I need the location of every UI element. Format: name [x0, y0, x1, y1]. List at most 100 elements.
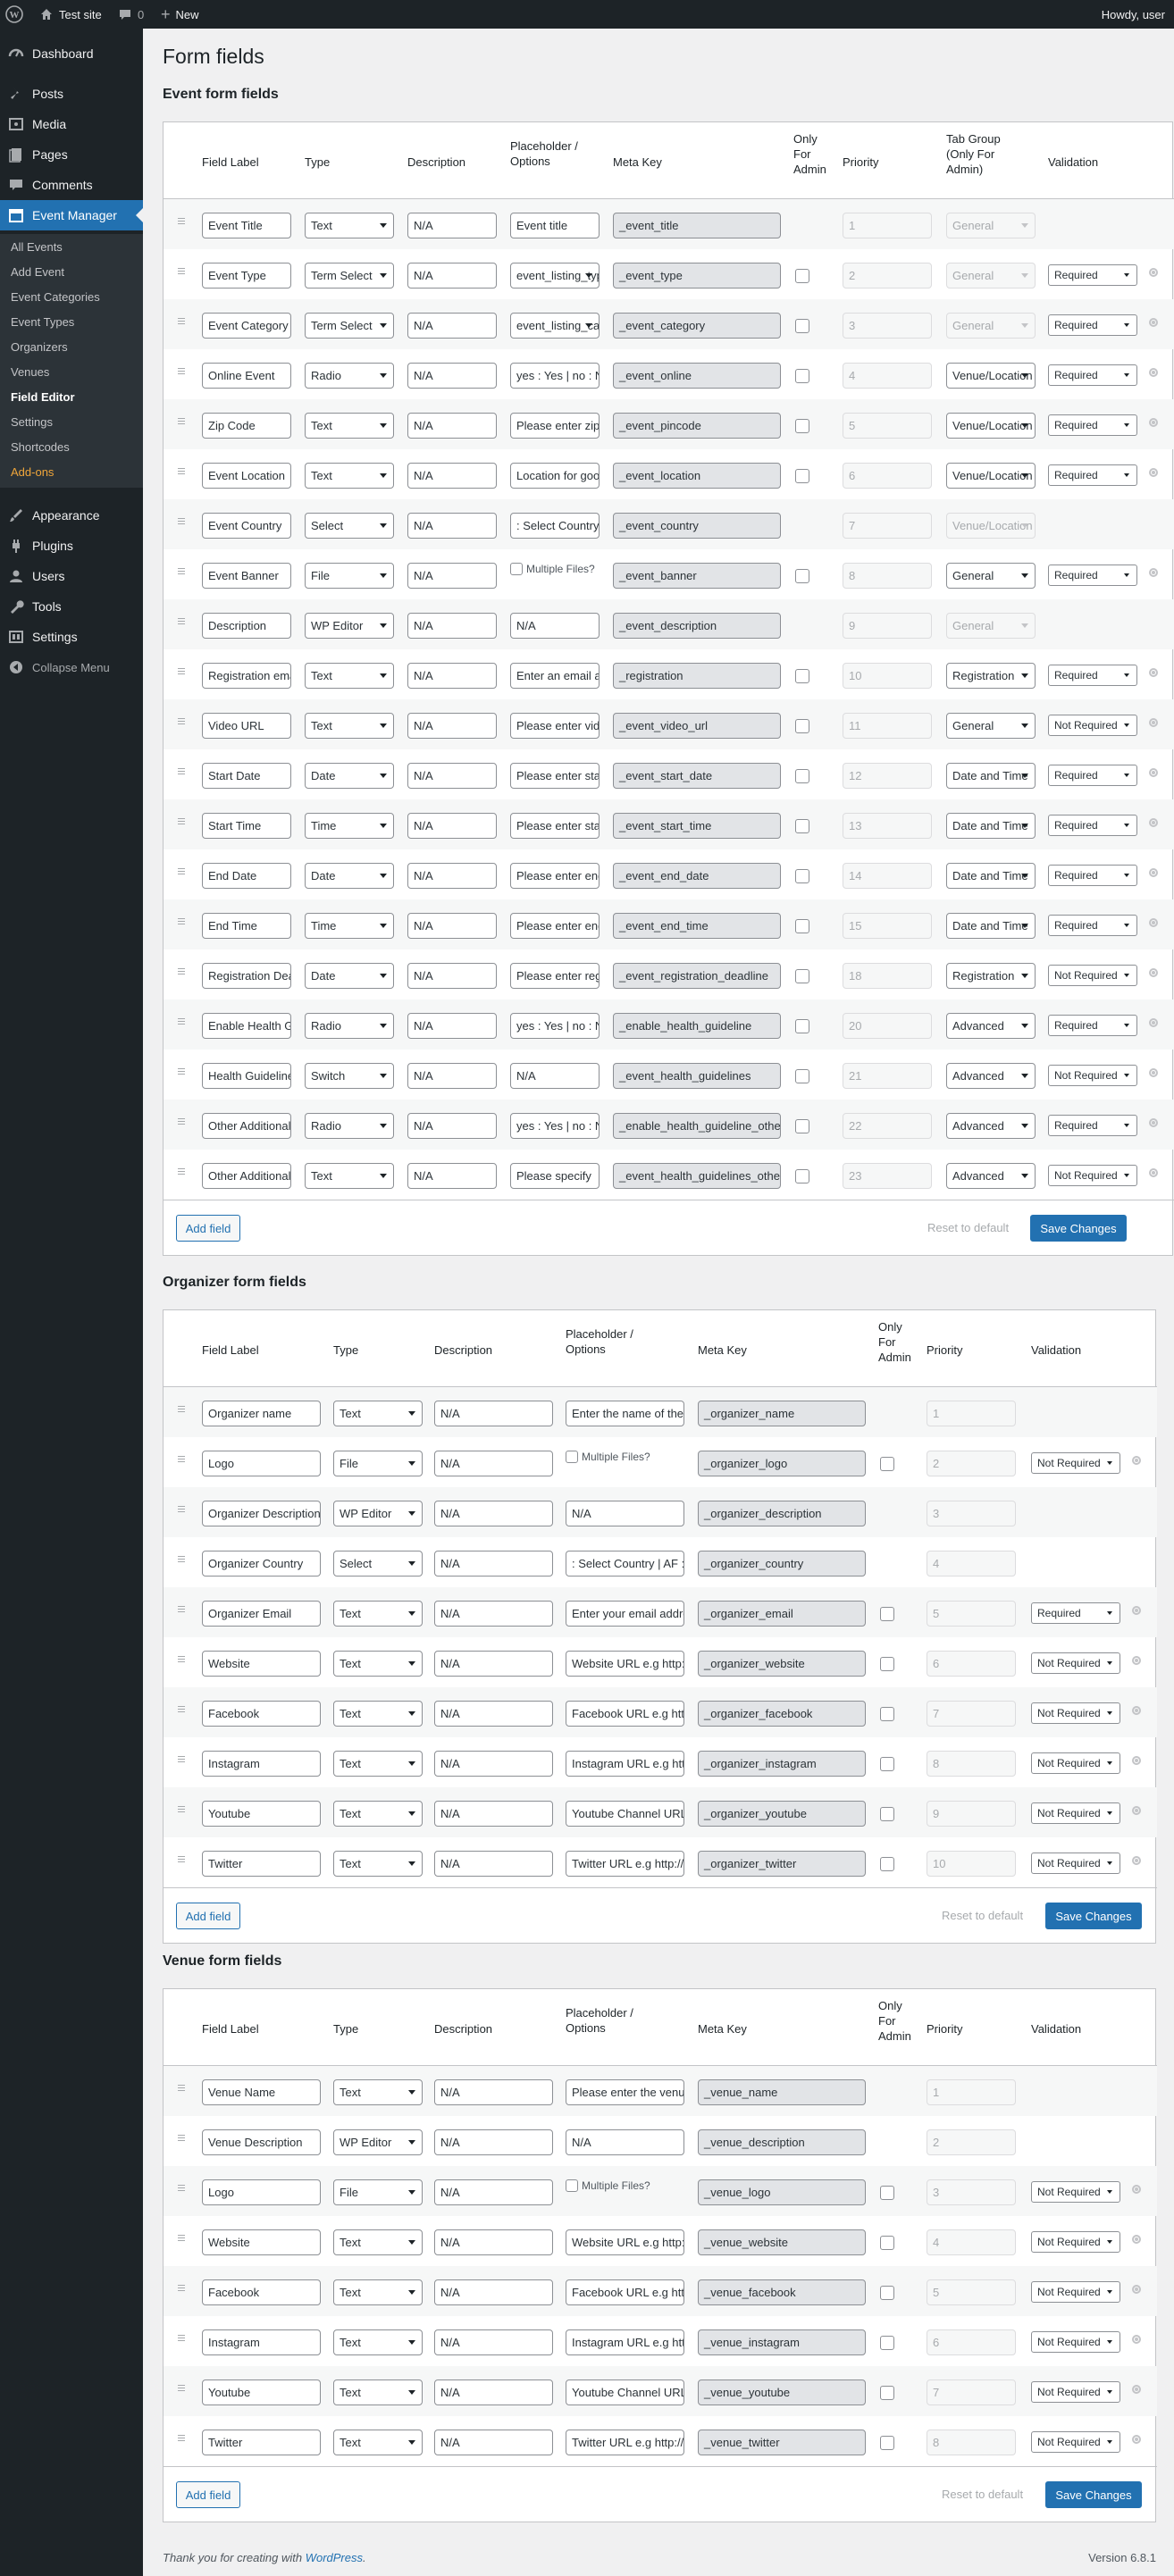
drag-handle-icon[interactable]	[178, 1856, 187, 1865]
drag-handle-icon[interactable]	[178, 1656, 187, 1665]
menu-comments[interactable]: Comments	[0, 170, 143, 200]
validation-select[interactable]: Not Required	[1031, 2181, 1120, 2203]
description-input[interactable]: N/A	[407, 713, 497, 739]
drag-handle-icon[interactable]	[178, 918, 187, 927]
field-label-input[interactable]: Website	[202, 2229, 321, 2255]
only-for-admin-checkbox[interactable]	[880, 1657, 894, 1671]
field-settings-icon[interactable]	[1132, 2385, 1141, 2394]
description-input[interactable]: N/A	[434, 1501, 553, 1526]
submenu-add-event[interactable]: Add Event	[11, 265, 64, 279]
add-field-button[interactable]: Add field	[176, 1903, 240, 1929]
placeholder-input[interactable]: Please enter video url	[510, 713, 600, 739]
only-for-admin-checkbox[interactable]	[880, 1457, 894, 1471]
drag-handle-icon[interactable]	[178, 418, 187, 427]
placeholder-input[interactable]: : Select Country	[510, 513, 600, 539]
field-label-input[interactable]: Organizer Country	[202, 1551, 321, 1577]
field-settings-icon[interactable]	[1149, 1118, 1158, 1127]
description-input[interactable]: N/A	[407, 313, 497, 339]
field-label-input[interactable]: Video URL	[202, 713, 291, 739]
menu-tools[interactable]: Tools	[0, 591, 143, 622]
only-for-admin-checkbox[interactable]	[880, 2286, 894, 2300]
field-type-select[interactable]: Text	[333, 2329, 423, 2355]
validation-select[interactable]: Required	[1048, 364, 1137, 386]
field-settings-icon[interactable]	[1132, 2185, 1141, 2194]
submenu-organizers[interactable]: Organizers	[11, 340, 68, 354]
field-type-select[interactable]: File	[333, 1451, 423, 1476]
only-for-admin-checkbox[interactable]	[795, 419, 809, 433]
field-settings-icon[interactable]	[1132, 1706, 1141, 1715]
only-for-admin-checkbox[interactable]	[795, 869, 809, 883]
field-settings-icon[interactable]	[1132, 2285, 1141, 2294]
placeholder-input[interactable]: Twitter URL e.g http://twitter.com/yourv…	[566, 2430, 684, 2455]
description-input[interactable]: N/A	[407, 563, 497, 589]
tab-group-select[interactable]: Advanced	[946, 1163, 1036, 1189]
validation-select[interactable]: Not Required	[1031, 1702, 1120, 1724]
field-type-select[interactable]: Text	[333, 1651, 423, 1677]
submenu-event-types[interactable]: Event Types	[11, 315, 74, 329]
description-input[interactable]: N/A	[407, 1113, 497, 1139]
save-changes-button[interactable]: Save Changes	[1045, 1903, 1142, 1929]
submenu-settings[interactable]: Settings	[11, 415, 53, 429]
field-settings-icon[interactable]	[1149, 568, 1158, 577]
only-for-admin-checkbox[interactable]	[880, 1707, 894, 1721]
field-settings-icon[interactable]	[1149, 1068, 1158, 1077]
drag-handle-icon[interactable]	[178, 1118, 187, 1127]
tab-group-select[interactable]: Advanced	[946, 1113, 1036, 1139]
validation-select[interactable]: Not Required	[1048, 1165, 1137, 1186]
field-settings-icon[interactable]	[1149, 718, 1158, 727]
placeholder-input[interactable]: yes : Yes | no : No	[510, 363, 600, 389]
only-for-admin-checkbox[interactable]	[880, 1857, 894, 1871]
field-label-input[interactable]: Facebook	[202, 2279, 321, 2305]
only-for-admin-checkbox[interactable]	[795, 669, 809, 683]
field-label-input[interactable]: Youtube	[202, 1801, 321, 1827]
placeholder-input[interactable]: Please enter end time	[510, 913, 600, 939]
drag-handle-icon[interactable]	[178, 1706, 187, 1715]
add-field-button[interactable]: Add field	[176, 2481, 240, 2508]
submenu-venues[interactable]: Venues	[11, 365, 49, 379]
field-settings-icon[interactable]	[1149, 868, 1158, 877]
field-label-input[interactable]: Registration email	[202, 663, 291, 689]
drag-handle-icon[interactable]	[178, 1018, 187, 1027]
field-label-input[interactable]: Instagram	[202, 1751, 321, 1777]
field-type-select[interactable]: Text	[333, 1801, 423, 1827]
validation-select[interactable]: Required	[1048, 915, 1137, 936]
drag-handle-icon[interactable]	[178, 868, 187, 877]
only-for-admin-checkbox[interactable]	[795, 269, 809, 283]
field-type-select[interactable]: Time	[305, 813, 394, 839]
validation-select[interactable]: Not Required	[1048, 965, 1137, 986]
drag-handle-icon[interactable]	[178, 318, 187, 327]
placeholder-input[interactable]: Please enter end date	[510, 863, 600, 889]
placeholder-input[interactable]: N/A	[566, 2129, 684, 2155]
wordpress-link[interactable]: WordPress	[306, 2551, 363, 2564]
description-input[interactable]: N/A	[407, 1163, 497, 1189]
only-for-admin-checkbox[interactable]	[880, 1807, 894, 1821]
only-for-admin-checkbox[interactable]	[795, 1019, 809, 1033]
drag-handle-icon[interactable]	[178, 218, 187, 227]
tab-group-select[interactable]: Date and Time	[946, 863, 1036, 889]
field-label-input[interactable]: Other Additional	[202, 1113, 291, 1139]
description-input[interactable]: N/A	[407, 513, 497, 539]
placeholder-input[interactable]: Please specify	[510, 1163, 600, 1189]
description-input[interactable]: N/A	[434, 2129, 553, 2155]
drag-handle-icon[interactable]	[178, 668, 187, 677]
field-type-select[interactable]: Time	[305, 913, 394, 939]
field-type-select[interactable]: Text	[333, 2279, 423, 2305]
tab-group-select[interactable]: Advanced	[946, 1013, 1036, 1039]
description-input[interactable]: N/A	[407, 263, 497, 289]
field-label-input[interactable]: Organizer Email	[202, 1601, 321, 1627]
description-input[interactable]: N/A	[407, 363, 497, 389]
tab-group-select[interactable]: General	[946, 713, 1036, 739]
drag-handle-icon[interactable]	[178, 1068, 187, 1077]
field-type-select[interactable]: Text	[305, 213, 394, 238]
description-input[interactable]: N/A	[434, 2079, 553, 2105]
drag-handle-icon[interactable]	[178, 268, 187, 277]
drag-handle-icon[interactable]	[178, 1806, 187, 1815]
validation-select[interactable]: Not Required	[1031, 2431, 1120, 2453]
field-label-input[interactable]: Logo	[202, 2179, 321, 2205]
drag-handle-icon[interactable]	[178, 518, 187, 527]
field-label-input[interactable]: Zip Code	[202, 413, 291, 439]
placeholder-input[interactable]: Facebook URL e.g http://www.facebook.com…	[566, 2279, 684, 2305]
menu-media[interactable]: Media	[0, 109, 143, 139]
field-settings-icon[interactable]	[1149, 468, 1158, 477]
site-name-link[interactable]: Test site	[39, 0, 102, 29]
